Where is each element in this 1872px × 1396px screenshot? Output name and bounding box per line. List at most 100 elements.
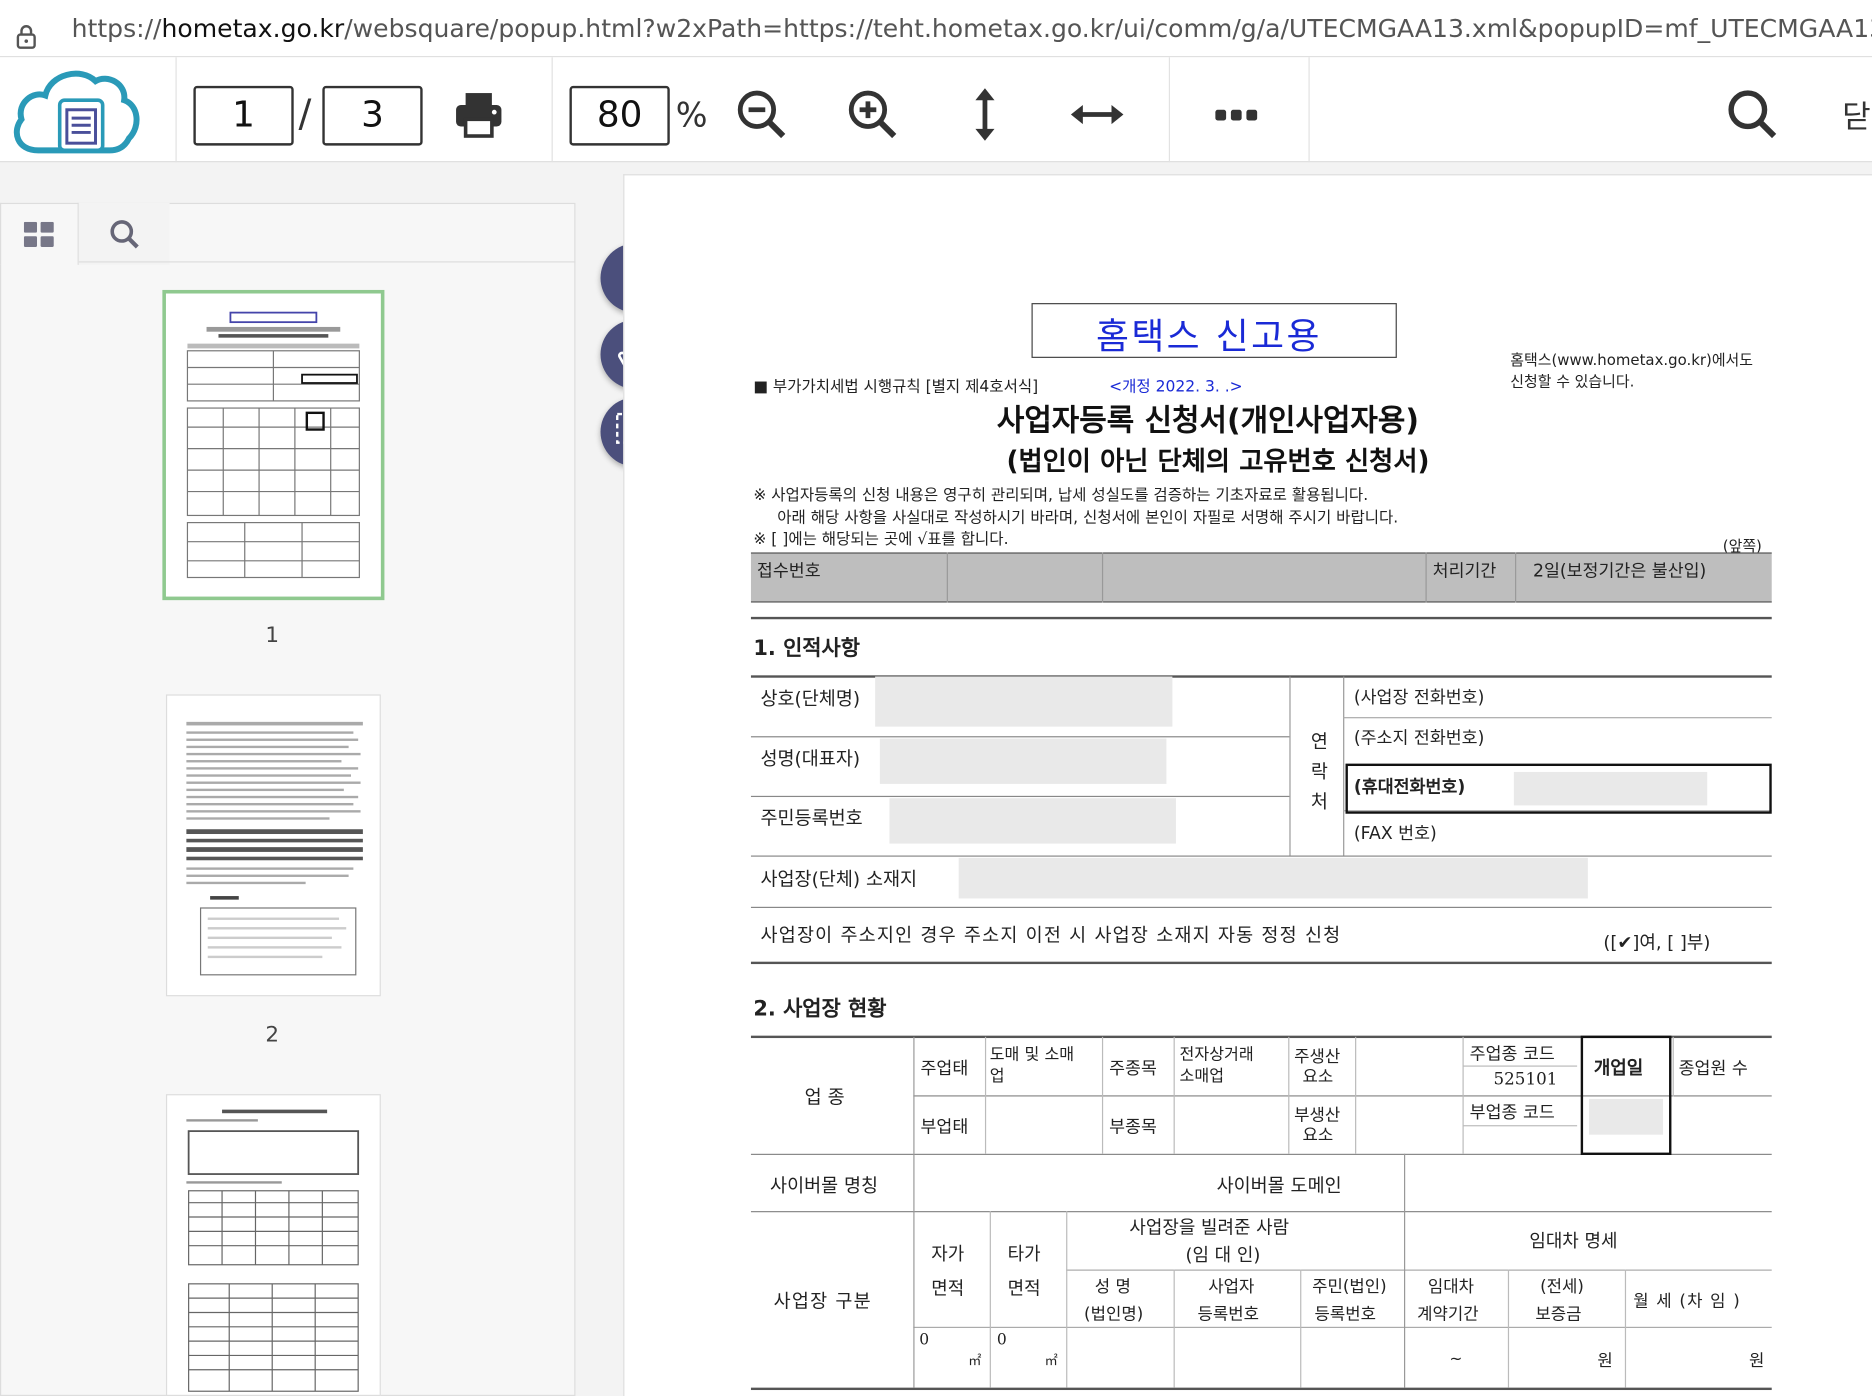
main-code-label: 주업종 코드	[1469, 1045, 1555, 1065]
notice-line3: ※ [ ]에는 해당되는 곳에 √표를 합니다.	[753, 530, 1009, 549]
monthly-rent-unit: 원	[1749, 1351, 1765, 1371]
processing-period-label: 처리기간	[1432, 561, 1497, 582]
other-area-label-2: 면적	[1007, 1277, 1041, 1300]
search-icon	[110, 220, 139, 249]
page-separator: /	[298, 90, 312, 137]
url-text: https://hometax.go.kr/websquare/popup.ht…	[71, 0, 1872, 56]
mobile-phone-field[interactable]	[1513, 771, 1708, 806]
deposit-unit: 원	[1597, 1351, 1613, 1371]
business-name-field[interactable]	[875, 676, 1173, 727]
lease-details-label: 임대차 명세	[1529, 1230, 1618, 1252]
main-item-value-1: 전자상거래	[1179, 1045, 1254, 1065]
business-phone-label: (사업장 전화번호)	[1353, 688, 1485, 708]
main-item-value-2: 소매업	[1179, 1066, 1225, 1086]
contact-label-1: 연	[1310, 731, 1328, 753]
open-date-field[interactable]	[1589, 1098, 1664, 1135]
place-type-label: 사업장 구분	[773, 1290, 872, 1313]
zoom-in-icon[interactable]	[839, 81, 906, 148]
mobile-phone-label: (휴대전화번호)	[1353, 777, 1466, 798]
main-item-label: 주종목	[1109, 1059, 1157, 1079]
fit-width-icon[interactable]	[1064, 81, 1131, 148]
business-name-label: 상호(단체명)	[760, 688, 861, 710]
close-button[interactable]: 닫	[1842, 93, 1871, 137]
main-type-label: 주업태	[920, 1059, 969, 1079]
document-page: 홈택스 신고용 홈택스(www.hometax.go.kr)에서도 신청할 수 …	[623, 174, 1872, 1396]
online-note-line1: 홈택스(www.hometax.go.kr)에서도	[1510, 350, 1754, 369]
lease-period-label-1: 임대차	[1427, 1277, 1475, 1297]
contact-label-3: 처	[1310, 791, 1328, 813]
law-reference: ■ 부가가치세법 시행규칙 [별지 제4호서식]	[753, 378, 1039, 397]
fit-height-icon[interactable]	[952, 81, 1019, 148]
zoom-unit: %	[675, 95, 708, 135]
open-date-box	[1580, 1035, 1672, 1155]
url-host: hometax.go.kr	[161, 14, 345, 43]
other-area-value[interactable]: 0	[997, 1332, 1007, 1350]
thumbnails-tab[interactable]	[0, 202, 79, 265]
lessor-rrn-label-1: 주민(법인)	[1312, 1277, 1387, 1297]
notice-line2: 아래 해당 사항을 사실대로 작성하시기 바라며, 신청서에 본인이 자필로 서…	[777, 509, 1399, 528]
url-path: /websquare/popup.html?w2xPath=https://te…	[344, 14, 1872, 43]
section1-title: 1. 인적사항	[753, 637, 860, 662]
own-area-value[interactable]: 0	[919, 1332, 929, 1350]
employees-label: 종업원 수	[1678, 1059, 1748, 1079]
lease-period-tilde: ~	[1449, 1350, 1463, 1369]
open-date-label: 개업일	[1593, 1057, 1644, 1079]
grid-icon	[23, 221, 54, 247]
online-note-line2: 신청할 수 있습니다.	[1510, 372, 1635, 391]
main-code-value: 525101	[1493, 1070, 1558, 1090]
print-icon[interactable]	[445, 81, 512, 148]
deposit-label-1: (전세)	[1540, 1277, 1584, 1297]
address-bar[interactable]: https://hometax.go.kr/websquare/popup.ht…	[0, 0, 1872, 58]
monthly-rent-label: 월 세 (차 임 )	[1633, 1292, 1741, 1312]
fax-label: (FAX 번호)	[1353, 824, 1437, 844]
own-area-unit: ㎡	[968, 1353, 982, 1369]
lessor-biz-number-label-2: 등록번호	[1197, 1305, 1259, 1325]
sub-production-label-2: 요소	[1302, 1126, 1334, 1146]
section2-title: 2. 사업장 현황	[753, 997, 887, 1022]
lessor-biz-number-label-1: 사업자	[1208, 1277, 1255, 1297]
auto-correction-option[interactable]: ([✔]여, [ ]부)	[1603, 929, 1710, 954]
cyber-mall-domain-label: 사이버몰 도메인	[1216, 1175, 1342, 1197]
receipt-number-label: 접수번호	[756, 561, 821, 582]
representative-label: 성명(대표자)	[760, 748, 861, 770]
url-prefix: https://	[71, 14, 162, 43]
other-area-label-1: 타가	[1007, 1243, 1041, 1265]
page-thumbnail-1[interactable]	[162, 289, 385, 601]
lessor-rrn-label-2: 등록번호	[1314, 1305, 1376, 1325]
zoom-out-icon[interactable]	[728, 81, 795, 148]
amendment-date: <개정 2022. 3. .>	[1109, 378, 1243, 397]
viewer-toolbar: 1 / 3 80 % 닫	[0, 57, 1872, 163]
search-icon[interactable]	[1719, 81, 1786, 148]
notice-line1: ※ 사업자등록의 신청 내용은 영구히 관리되며, 납세 성실도를 검증하는 기…	[753, 486, 1369, 505]
current-page-input[interactable]: 1	[193, 85, 294, 146]
thumbnail-label-1: 1	[265, 622, 280, 648]
lessor-name-label-1: 성 명	[1094, 1277, 1131, 1297]
page-thumbnail-2[interactable]	[165, 694, 381, 997]
zoom-input[interactable]: 80	[569, 85, 670, 146]
home-phone-label: (주소지 전화번호)	[1353, 729, 1485, 749]
cyber-mall-name-label: 사이버몰 명칭	[770, 1175, 879, 1197]
lender-label-1: 사업장을 빌려준 사람	[1129, 1217, 1290, 1239]
search-tab[interactable]	[78, 202, 170, 265]
address-field[interactable]	[958, 857, 1588, 899]
sub-type-label: 부업태	[920, 1117, 969, 1138]
form-subtitle: (법인이 아닌 단체의 고유번호 신청서)	[1006, 447, 1430, 478]
deposit-label-2: 보증금	[1535, 1305, 1582, 1325]
other-area-unit: ㎡	[1044, 1353, 1058, 1369]
lessor-name-label-2: (법인명)	[1084, 1305, 1144, 1325]
lender-label-2: (임 대 인)	[1185, 1244, 1261, 1266]
form-title: 사업자등록 신청서(개인사업자용)	[996, 403, 1420, 438]
lease-period-label-2: 계약기간	[1417, 1305, 1479, 1325]
main-type-value-2: 업	[989, 1066, 1005, 1086]
lock-icon	[12, 14, 41, 49]
resident-number-field[interactable]	[889, 798, 1176, 844]
own-area-label-2: 면적	[931, 1277, 965, 1300]
more-options-icon[interactable]	[1203, 81, 1270, 148]
address-label: 사업장(단체) 소재지	[760, 868, 918, 891]
representative-field[interactable]	[879, 738, 1167, 784]
main-type-value-1: 도매 및 소매	[989, 1045, 1075, 1065]
industry-label: 업 종	[804, 1086, 845, 1109]
page-thumbnail-3[interactable]	[165, 1094, 381, 1396]
main-production-label-2: 요소	[1302, 1067, 1334, 1087]
total-pages-field: 3	[322, 85, 423, 146]
